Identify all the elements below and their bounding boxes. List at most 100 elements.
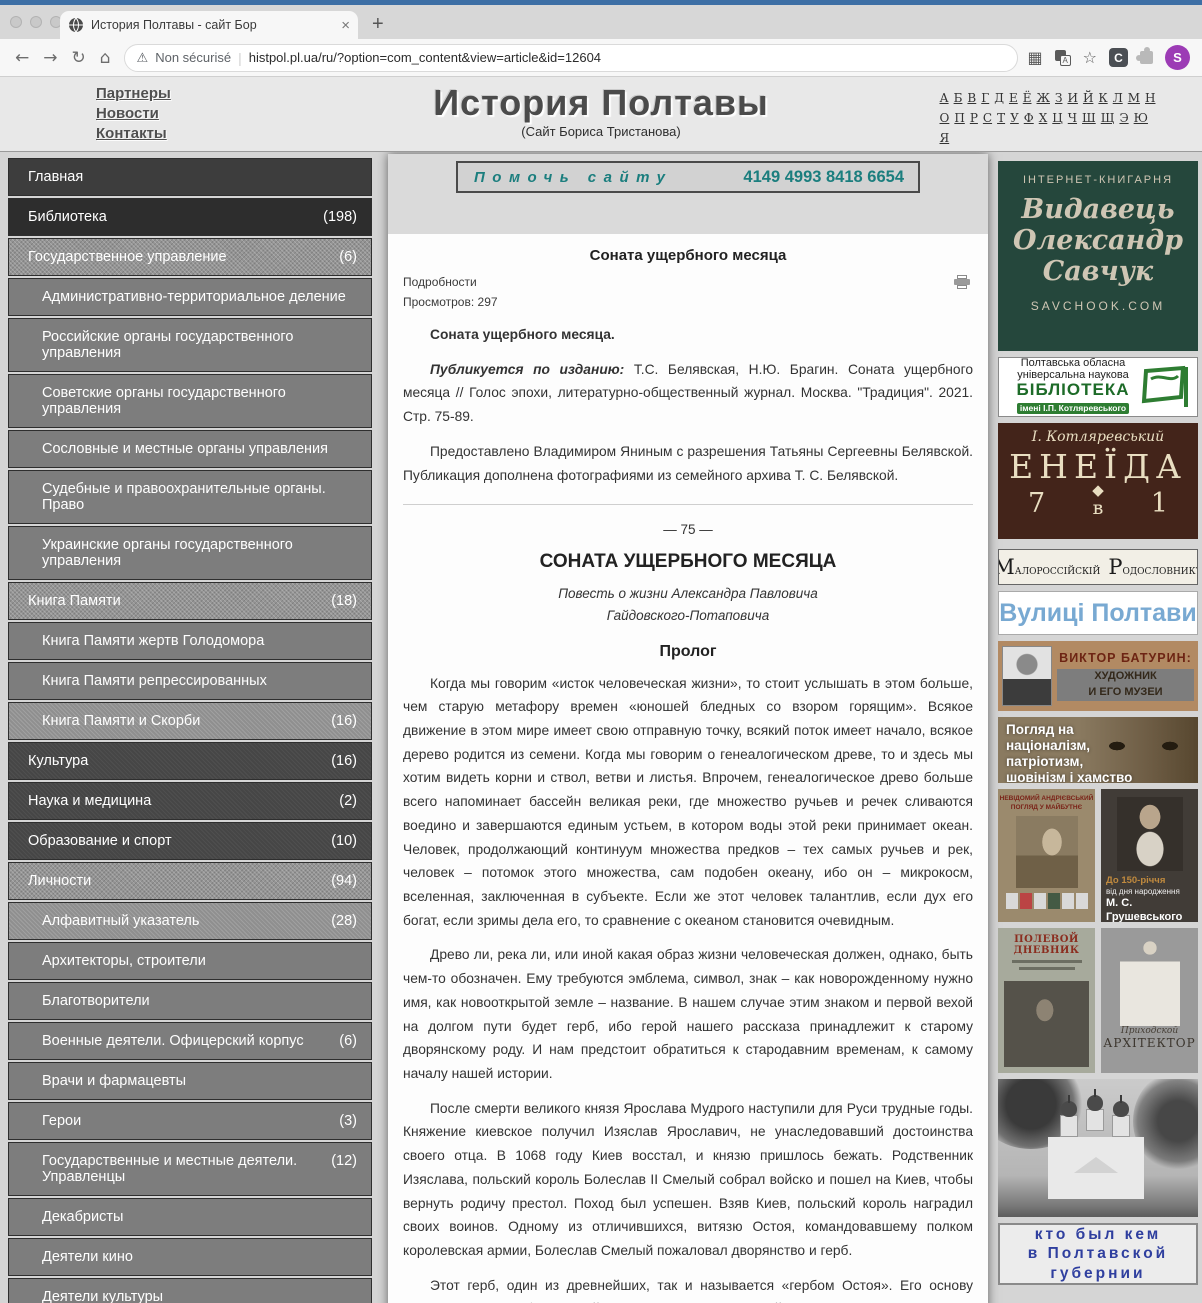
sidebar-item[interactable]: (18)Книга Памяти bbox=[8, 582, 372, 620]
banner-rodoslovnik[interactable]: Малороссійскій Родословникъ bbox=[998, 549, 1198, 585]
address-bar[interactable]: ⚠ Non sécurisé | histpol.pl.ua/ru/?optio… bbox=[124, 44, 1018, 72]
alphabet-letter-link[interactable]: Щ bbox=[1101, 108, 1115, 128]
alphabet-letter-link[interactable]: Е bbox=[1009, 88, 1018, 108]
rodoslovnik-word1: Малороссійскій bbox=[998, 555, 1100, 579]
main-column: Помочь сайту 4149 4993 8418 6654 Соната … bbox=[388, 154, 988, 1303]
alphabet-letter-link[interactable]: Э bbox=[1119, 108, 1128, 128]
sidebar-item[interactable]: (10)Образование и спорт bbox=[8, 822, 372, 860]
sidebar-item[interactable]: Сословные и местные органы управления bbox=[8, 430, 372, 468]
translate-icon[interactable]: A bbox=[1055, 50, 1071, 66]
browser-tab[interactable]: История Полтавы - сайт Бор × bbox=[60, 11, 358, 39]
extension-c-icon[interactable]: C bbox=[1109, 48, 1128, 67]
eneida-title: ЕНЕЇДА bbox=[998, 447, 1198, 486]
sidebar-item-label: Алфавитный указатель bbox=[42, 913, 199, 929]
alphabet-letter-link[interactable]: В bbox=[967, 88, 976, 108]
alphabet-letter-link[interactable]: Х bbox=[1039, 108, 1048, 128]
banner-church-photo[interactable] bbox=[998, 1079, 1198, 1217]
sidebar-item[interactable]: (6)Военные деятели. Офицерский корпус bbox=[8, 1022, 372, 1060]
apps-grid-icon[interactable]: ▦ bbox=[1028, 48, 1043, 67]
url-text[interactable]: histpol.pl.ua/ru/?option=com_content&vie… bbox=[249, 50, 601, 65]
alphabet-letter-link[interactable]: Т bbox=[997, 108, 1005, 128]
article-paragraph: Публикуется по изданию: Т.С. Белявская, … bbox=[403, 358, 973, 429]
banner-polevoy-dnevnik[interactable]: ПОЛЕВОЙ ДНЕВНИК bbox=[998, 928, 1095, 1073]
back-icon[interactable]: ← bbox=[15, 48, 29, 68]
sidebar-item[interactable]: Декабристы bbox=[8, 1198, 372, 1236]
banner-poltava-library[interactable]: Полтавська обласна універсальна наукова … bbox=[998, 357, 1198, 417]
sidebar-item[interactable]: Судебные и правоохранительные органы. Пр… bbox=[8, 470, 372, 524]
sidebar-item[interactable]: Книга Памяти жертв Голодомора bbox=[8, 622, 372, 660]
alphabet-letter-link[interactable]: Ж bbox=[1037, 88, 1050, 108]
sidebar-item[interactable]: Деятели культуры bbox=[8, 1278, 372, 1303]
sidebar-item[interactable]: (12)Государственные и местные деятели. У… bbox=[8, 1142, 372, 1196]
sidebar-item[interactable]: Советские органы государственного управл… bbox=[8, 374, 372, 428]
alphabet-letter-link[interactable]: Й bbox=[1083, 88, 1093, 108]
site-header: ПартнерыНовостиКонтакты История Полтавы … bbox=[0, 77, 1202, 152]
sidebar-item[interactable]: (28)Алфавитный указатель bbox=[8, 902, 372, 940]
banner-savchuk-bookstore[interactable]: ІНТЕРНЕТ-КНИГАРНЯ Видавець Олександр Сав… bbox=[998, 161, 1198, 351]
alphabet-letter-link[interactable]: Ц bbox=[1052, 108, 1062, 128]
sidebar-item[interactable]: Благотворители bbox=[8, 982, 372, 1020]
alphabet-letter-link[interactable]: К bbox=[1098, 88, 1107, 108]
window-minimize-button[interactable] bbox=[30, 16, 42, 28]
alphabet-letter-link[interactable]: И bbox=[1067, 88, 1077, 108]
tab-close-icon[interactable]: × bbox=[341, 18, 350, 33]
alphabet-letter-link[interactable]: А bbox=[940, 88, 949, 108]
alphabet-letter-link[interactable]: Л bbox=[1113, 88, 1123, 108]
article-intro: Соната ущербного месяца.Публикуется по и… bbox=[403, 323, 973, 487]
reload-icon[interactable]: ↻ bbox=[72, 48, 86, 68]
sidebar-item[interactable]: Украинские органы государственного управ… bbox=[8, 526, 372, 580]
sidebar-item[interactable]: (3)Герои bbox=[8, 1102, 372, 1140]
alphabet-letter-link[interactable]: М bbox=[1128, 88, 1140, 108]
banner-prykhodskyi-arkhitektor[interactable]: Приходской АРХІТЕКТОР bbox=[1101, 928, 1198, 1073]
alphabet-letter-link[interactable]: О bbox=[940, 108, 950, 128]
new-tab-button[interactable]: + bbox=[372, 13, 384, 36]
security-warning-icon[interactable]: ⚠ bbox=[137, 50, 149, 66]
sidebar-item[interactable]: Административно-территориальное деление bbox=[8, 278, 372, 316]
sidebar-item[interactable]: (6)Государственное управление bbox=[8, 238, 372, 276]
extensions-puzzle-icon[interactable] bbox=[1140, 51, 1153, 64]
sidebar-item[interactable]: (94)Личности bbox=[8, 862, 372, 900]
alphabet-letter-link[interactable]: Г bbox=[981, 88, 989, 108]
sidebar-item-label: Деятели культуры bbox=[42, 1289, 163, 1303]
alphabet-letter-link[interactable]: З bbox=[1055, 88, 1062, 108]
forward-icon[interactable]: → bbox=[43, 48, 57, 68]
sidebar-item[interactable]: (16)Культура bbox=[8, 742, 372, 780]
alphabet-letter-link[interactable]: С bbox=[983, 108, 992, 128]
alphabet-letter-link[interactable]: Я bbox=[940, 128, 950, 148]
profile-avatar[interactable]: S bbox=[1165, 45, 1190, 70]
sidebar-item-count: (6) bbox=[339, 1033, 357, 1049]
banner-hrushevsky-150[interactable]: До 150-річчя від дня народження М. С. Гр… bbox=[1101, 789, 1198, 922]
alphabet-letter-link[interactable]: Р bbox=[970, 108, 978, 128]
sidebar-item[interactable]: Архитекторы, строители bbox=[8, 942, 372, 980]
sidebar-item[interactable]: Российские органы государственного управ… bbox=[8, 318, 372, 372]
alphabet-letter-link[interactable]: Ш bbox=[1082, 108, 1096, 128]
alphabet-letter-link[interactable]: Ю bbox=[1134, 108, 1148, 128]
banner-nevidomyi-andriyevsky[interactable]: НЕВІДОМИЙ АНДРІЄВСЬКИЙ ПОГЛЯД У МАЙБУТНЄ bbox=[998, 789, 1095, 922]
alphabet-letter-link[interactable]: Ё bbox=[1023, 88, 1032, 108]
banner-vulytsi-poltavy[interactable]: Вулиці Полтави bbox=[998, 591, 1198, 635]
sidebar-item[interactable]: (2)Наука и медицина bbox=[8, 782, 372, 820]
window-close-button[interactable] bbox=[10, 16, 22, 28]
alphabet-letter-link[interactable]: Н bbox=[1145, 88, 1155, 108]
alphabet-letter-link[interactable]: Б bbox=[954, 88, 963, 108]
home-icon[interactable]: ⌂ bbox=[100, 48, 111, 68]
sidebar-item[interactable]: Книга Памяти репрессированных bbox=[8, 662, 372, 700]
sidebar-item[interactable]: Главная bbox=[8, 158, 372, 196]
sidebar-item[interactable]: Врачи и фармацевты bbox=[8, 1062, 372, 1100]
banner-pohliad-nationalism[interactable]: Погляд на націоналізм, патріотизм, шовін… bbox=[998, 717, 1198, 783]
print-icon[interactable] bbox=[953, 275, 971, 289]
sidebar-item[interactable]: Деятели кино bbox=[8, 1238, 372, 1276]
banner-viktor-baturyn[interactable]: ВИКТОР БАТУРИН: ХУДОЖНИК И ЕГО МУЗЕИ bbox=[998, 641, 1198, 711]
bookmark-star-icon[interactable]: ☆ bbox=[1083, 48, 1097, 67]
banner-eneida-book[interactable]: І. Котляревський ЕНЕЇДА 7 ◆ в 1 bbox=[998, 423, 1198, 539]
sidebar-item[interactable]: (198)Библиотека bbox=[8, 198, 372, 236]
sidebar-item[interactable]: (16)Книга Памяти и Скорби bbox=[8, 702, 372, 740]
article-paragraph: После смерти великого князя Ярослава Муд… bbox=[403, 1097, 973, 1263]
sidebar-menu: Главная(198)Библиотека(6)Государственное… bbox=[8, 154, 372, 1303]
alphabet-letter-link[interactable]: П bbox=[954, 108, 964, 128]
alphabet-letter-link[interactable]: У bbox=[1010, 108, 1019, 128]
alphabet-letter-link[interactable]: Д bbox=[994, 88, 1004, 108]
alphabet-letter-link[interactable]: Ф bbox=[1024, 108, 1034, 128]
alphabet-letter-link[interactable]: Ч bbox=[1068, 108, 1077, 128]
banner-kto-byl-kem[interactable]: кто был кем в Полтавской губернии bbox=[998, 1223, 1198, 1285]
